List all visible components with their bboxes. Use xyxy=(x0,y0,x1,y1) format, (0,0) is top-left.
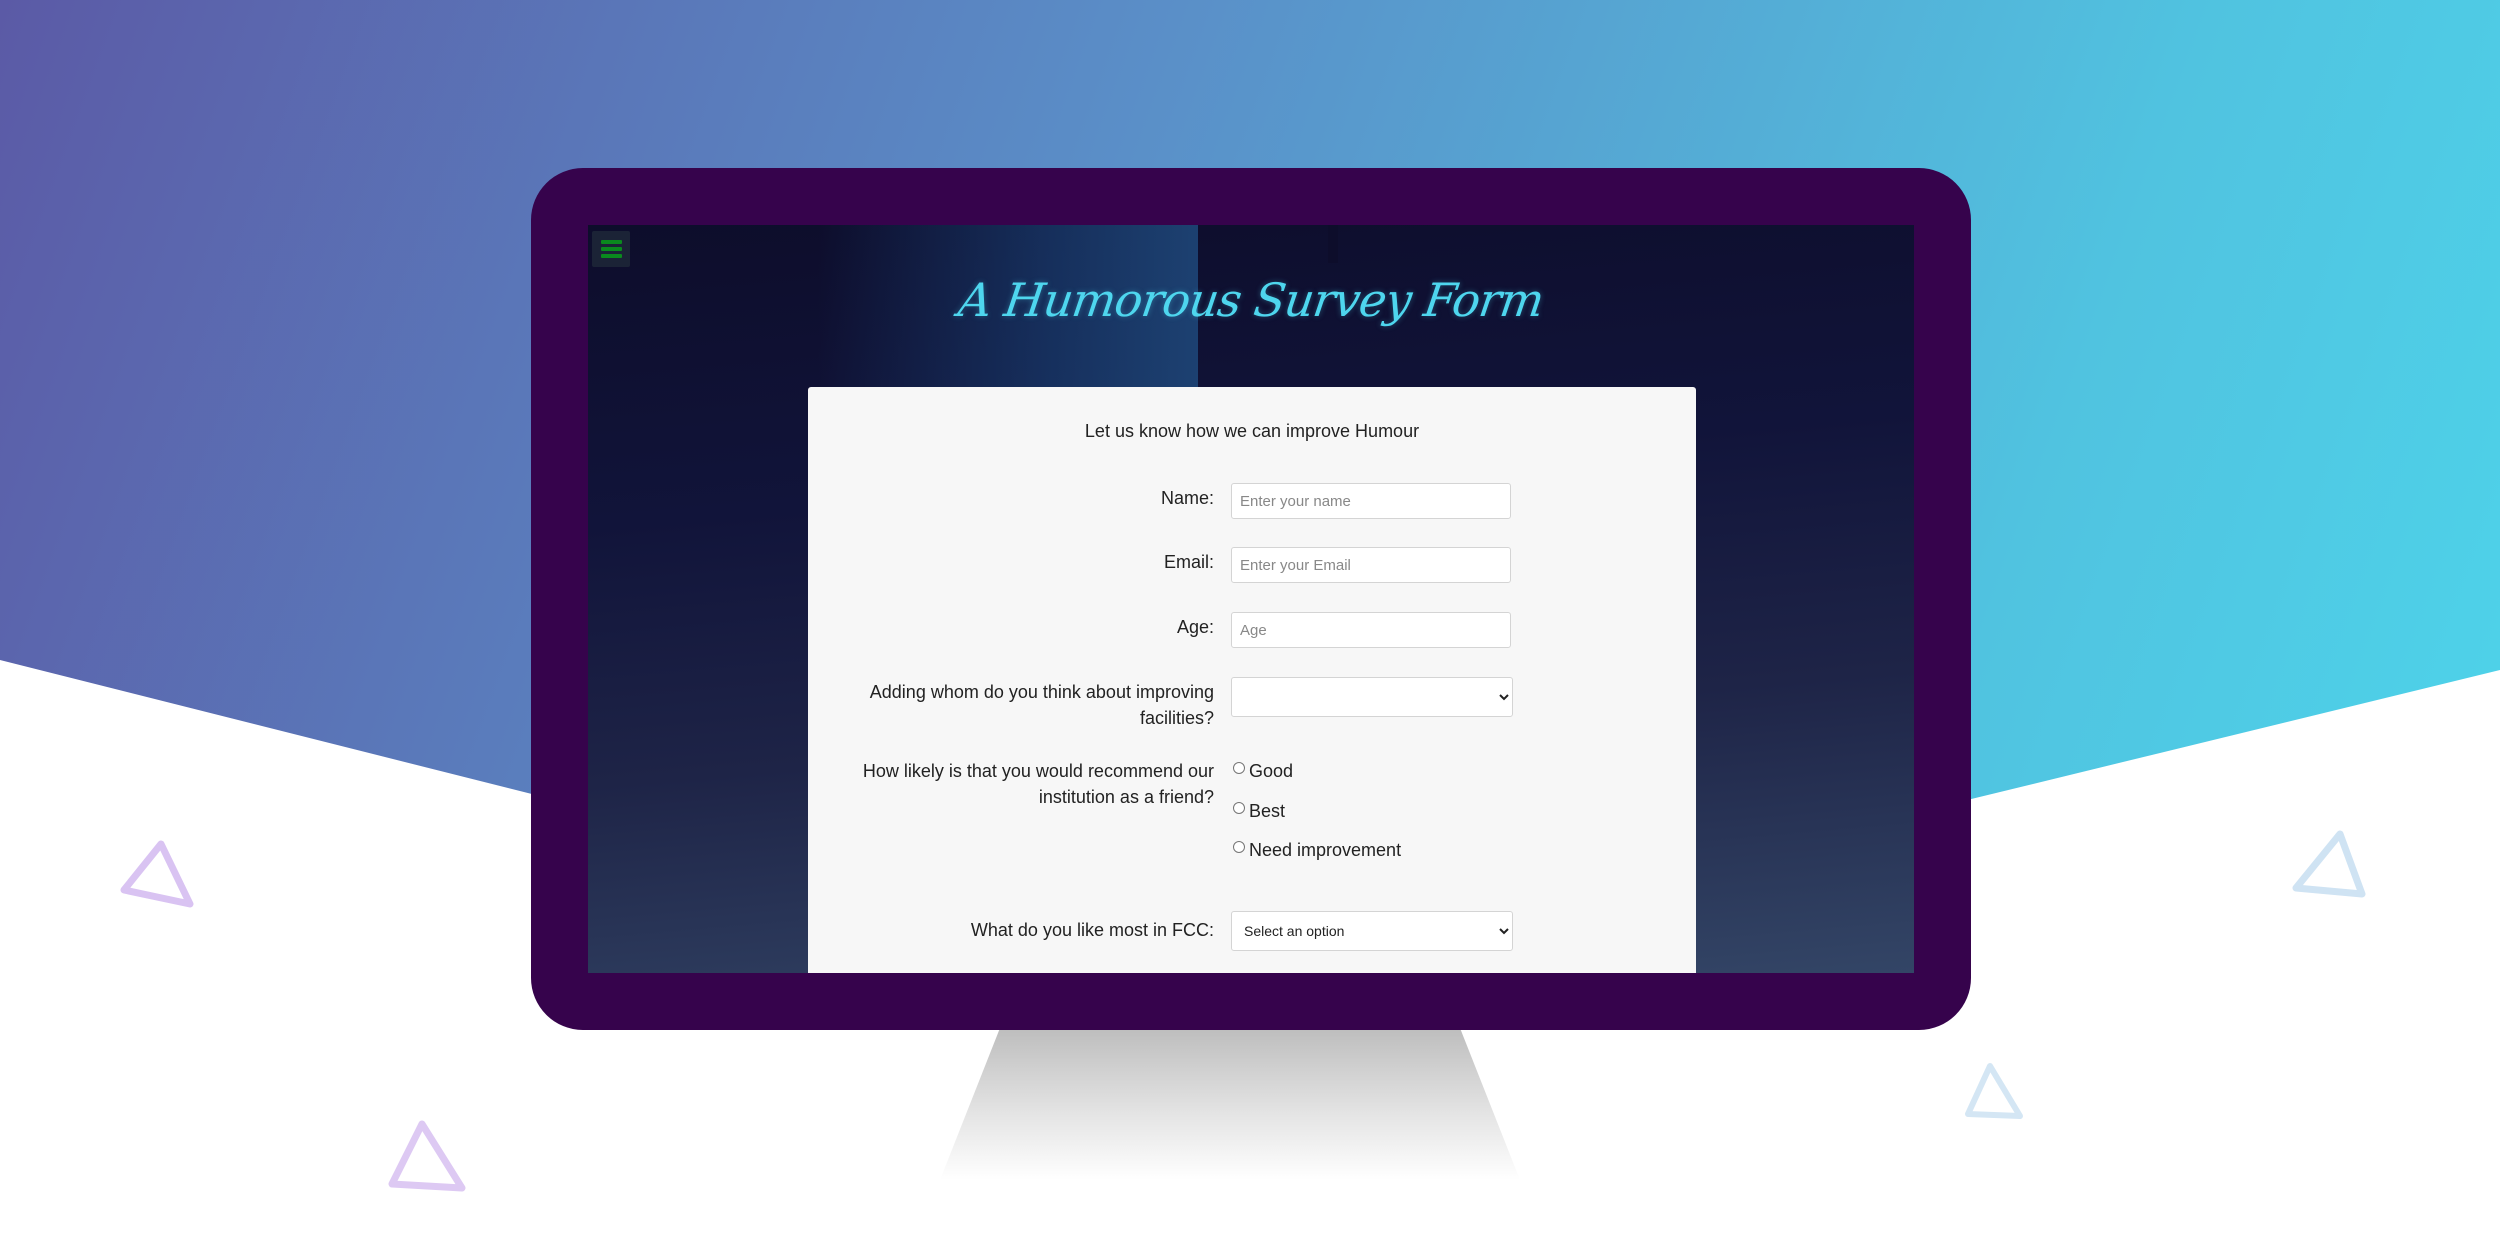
triangle-decoration-icon xyxy=(1965,1063,2023,1119)
monitor-stand xyxy=(940,1028,1520,1180)
survey-form: Let us know how we can improve Humour Na… xyxy=(808,387,1696,973)
hamburger-bar xyxy=(601,254,622,258)
form-heading: Let us know how we can improve Humour xyxy=(1084,421,1420,441)
radio-need-improvement[interactable]: Need improvement xyxy=(1231,840,1401,861)
like-most-select[interactable]: Select an option xyxy=(1231,911,1513,951)
recommend-label-line: How likely is that you would recommend o… xyxy=(862,761,1214,781)
recommend-label: How likely is that you would recommend o… xyxy=(863,758,1214,810)
radio-best-input[interactable] xyxy=(1233,801,1245,814)
email-input[interactable] xyxy=(1231,547,1511,583)
radio-need-improvement-input[interactable] xyxy=(1233,840,1245,853)
header-notch xyxy=(1328,225,1338,263)
triangle-decoration-icon xyxy=(388,1120,466,1192)
name-label: Name: xyxy=(1160,488,1214,508)
triangle-decoration-icon xyxy=(120,840,194,908)
screen: A Humorous Survey Form Let us know how w… xyxy=(588,225,1914,973)
radio-good-label: Good xyxy=(1249,761,1294,781)
hamburger-bar xyxy=(601,247,622,251)
improve-label: Adding whom do you think about improving… xyxy=(870,679,1214,731)
email-label: Email: xyxy=(1163,552,1214,572)
age-input[interactable] xyxy=(1231,612,1511,648)
improve-label-line: Adding whom do you think about improving xyxy=(869,682,1214,702)
radio-good-input[interactable] xyxy=(1233,761,1245,774)
recommend-label-line: institution as a friend? xyxy=(1038,787,1214,807)
hamburger-icon[interactable] xyxy=(592,231,630,267)
age-label: Age: xyxy=(1176,617,1214,637)
improve-select[interactable] xyxy=(1231,677,1513,717)
hamburger-bar xyxy=(601,240,622,244)
improve-label-line: facilities? xyxy=(1139,708,1214,728)
radio-good[interactable]: Good xyxy=(1231,761,1293,782)
page-title: A Humorous Survey Form xyxy=(955,273,1547,327)
stage: A Humorous Survey Form Let us know how w… xyxy=(0,0,2500,1250)
triangle-decoration-icon xyxy=(2292,830,2366,898)
radio-best[interactable]: Best xyxy=(1231,801,1285,822)
name-input[interactable] xyxy=(1231,483,1511,519)
like-most-label: What do you like most in FCC: xyxy=(970,920,1214,940)
radio-need-improvement-label: Need improvement xyxy=(1249,840,1402,860)
radio-best-label: Best xyxy=(1249,801,1286,821)
